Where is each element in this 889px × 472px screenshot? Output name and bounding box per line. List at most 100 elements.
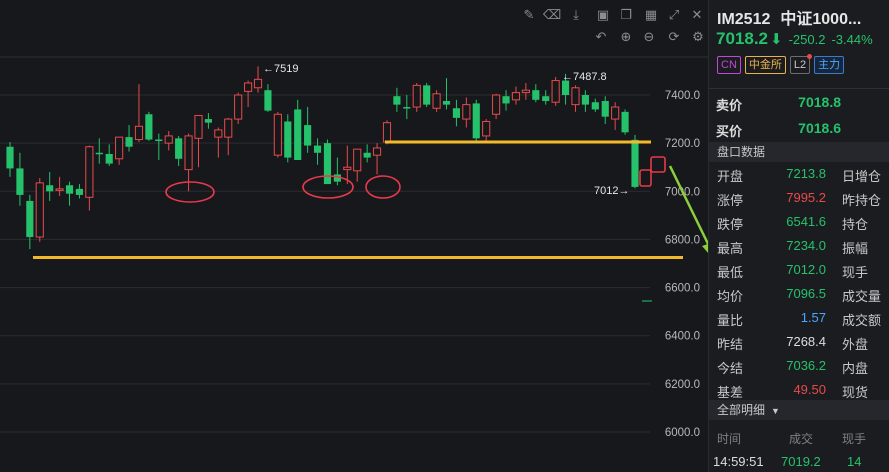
candle-body (155, 139, 163, 142)
candle-body (432, 93, 441, 109)
candle-body (511, 92, 521, 101)
candle-body (542, 96, 550, 102)
candle-body (502, 96, 510, 104)
instrument-title: IM2512 中证1000... (717, 5, 861, 29)
candle-body (105, 153, 113, 164)
candle-body (85, 146, 94, 198)
candle-body (631, 139, 639, 187)
tag-l2[interactable]: L2 (789, 54, 813, 74)
candle-body (581, 95, 589, 105)
candle-body (353, 148, 362, 172)
candle-body (482, 120, 491, 137)
candle-body (16, 168, 24, 195)
sell-price-value: 7018.8 (798, 94, 841, 110)
candle-body (115, 136, 124, 160)
settings-icon[interactable]: ⚙ (689, 28, 707, 46)
section-trades-header[interactable]: 全部明细 ▼ (709, 400, 889, 420)
sell-price-label: 卖价 (716, 98, 743, 113)
candle-body (532, 90, 540, 100)
candle-body (363, 152, 371, 158)
candle-body (571, 87, 580, 106)
quote-row-label: 量比 (717, 313, 744, 328)
quote-row: 涨停 7995.2 昨持仓 (709, 186, 889, 210)
candle-body (6, 146, 14, 169)
candle-body (145, 114, 153, 140)
tag-main-contract[interactable]: 主力 (814, 56, 845, 74)
candle-body (264, 90, 272, 111)
low-price-annotation: 7012→ (594, 185, 629, 197)
candle-body (234, 94, 243, 120)
candle-body (621, 111, 629, 133)
quote-row-label: 开盘 (717, 169, 744, 184)
undo-icon[interactable]: ↶ (592, 28, 610, 46)
pencil-icon[interactable]: ✎ (520, 6, 538, 24)
save-icon[interactable]: ⤓ (567, 6, 585, 24)
y-tick-label: 6800.0 (665, 234, 700, 246)
candle-body (164, 135, 173, 144)
zoom-in-icon[interactable]: ⊕ (617, 28, 635, 46)
y-tick-label: 6000.0 (665, 427, 700, 439)
quote-row-label: 跌停 (717, 217, 744, 232)
arrow-down-icon: ⬇ (770, 30, 783, 48)
close-icon[interactable]: ✕ (688, 6, 706, 24)
camera-icon[interactable]: ▣ (594, 6, 612, 24)
trade-price: 7019.2 (781, 454, 821, 469)
quote-row-label: 基差 (717, 385, 744, 400)
candle-body (393, 96, 401, 105)
quote-row-label-right: 外盘 (842, 337, 869, 352)
buy-price-label: 买价 (716, 124, 743, 139)
candle-body (55, 188, 64, 191)
section-orderbook-header[interactable]: 盘口数据 (709, 142, 889, 162)
buy-price-value: 7018.6 (798, 120, 841, 136)
candle-body (294, 109, 302, 160)
candlestick-chart[interactable]: 7400.07200.07000.06800.06600.06400.06200… (0, 0, 708, 472)
quote-row-label-right: 持仓 (842, 217, 869, 232)
tag-l2-label: L2 (793, 59, 807, 71)
quote-row: 最低 7012.0 现手 (709, 258, 889, 282)
quote-row: 均价 7096.5 成交量 (709, 282, 889, 306)
trade-time: 14:59:51 (713, 454, 764, 469)
candle-body (521, 89, 530, 94)
y-tick-label: 6600.0 (665, 283, 700, 295)
annotation-box (650, 156, 666, 173)
recent-high-annotation: ←7487.8 (562, 71, 607, 83)
candle-body (184, 135, 193, 171)
quote-row-value: 7213.8 (786, 166, 826, 181)
trades-header-row: 时间 成交 现手 (709, 426, 889, 448)
candle-body (304, 125, 312, 146)
annotation-ellipse (165, 181, 215, 203)
tag-cn[interactable]: CN (717, 56, 741, 74)
candle-body (65, 185, 74, 194)
caret-down-icon[interactable]: ▼ (771, 406, 780, 416)
quote-row-label-right: 成交额 (842, 313, 882, 328)
zoom-out-icon[interactable]: ⊖ (640, 28, 658, 46)
quote-row-label: 今结 (717, 361, 744, 376)
quote-row-label-right: 现货 (842, 385, 869, 400)
reset-icon[interactable]: ⟳ (665, 28, 683, 46)
copy-icon[interactable]: ❐ (617, 6, 635, 24)
trades-col-time: 时间 (717, 432, 742, 446)
quote-row: 跌停 6541.6 持仓 (709, 210, 889, 234)
quote-row-label-right: 振幅 (842, 241, 869, 256)
quote-row-label-right: 内盘 (842, 361, 869, 376)
quote-row-value: 7036.2 (786, 358, 826, 373)
candle-body (423, 85, 431, 105)
quote-row-label: 涨停 (717, 193, 744, 208)
quote-row-value: 49.50 (793, 382, 826, 397)
candle-body (194, 114, 203, 139)
candle-body (134, 125, 144, 141)
candle-body (442, 101, 451, 105)
candle-body (601, 101, 609, 117)
quote-row: 基差 49.50 现货 (709, 378, 889, 402)
candle-body (611, 106, 620, 120)
tag-exchange[interactable]: 中金所 (744, 56, 786, 74)
quote-row-label: 均价 (717, 289, 744, 304)
grid-icon[interactable]: ▦ (642, 6, 660, 24)
candle-body (273, 113, 282, 156)
candlestick-chart-area[interactable]: 7400.07200.07000.06800.06600.06400.06200… (0, 0, 708, 472)
expand-icon[interactable]: ⤢ (665, 6, 683, 24)
erase-icon[interactable]: ⌫ (543, 6, 561, 24)
quote-row: 昨结 7268.4 外盘 (709, 330, 889, 354)
candle-body (323, 143, 332, 185)
instrument-name: 中证1000... (780, 11, 862, 28)
